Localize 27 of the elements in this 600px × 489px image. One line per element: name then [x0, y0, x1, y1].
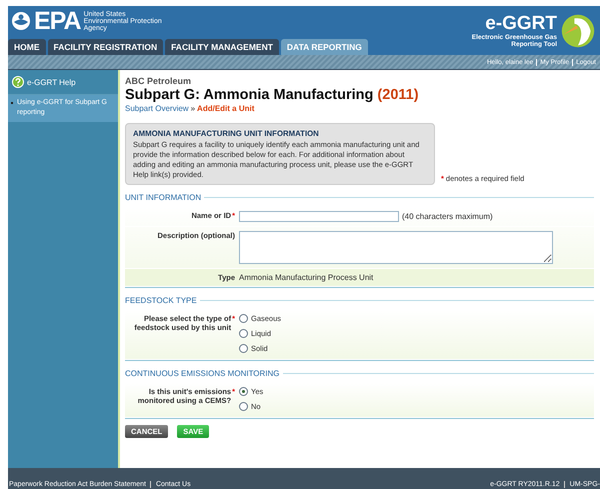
page-title: Subpart G: Ammonia Manufacturing (2011)	[125, 87, 419, 103]
nav-tab[interactable]: FACILITY MANAGEMENT	[165, 39, 279, 55]
section-heading: FEEDSTOCK TYPE	[125, 296, 197, 305]
bird-logo-icon	[560, 12, 596, 48]
section-heading: UNIT INFORMATION	[125, 193, 202, 202]
field-value: Ammonia Manufacturing Process Unit	[239, 273, 374, 282]
help-link[interactable]: e-GGRT Help	[27, 78, 76, 86]
breadcrumb-separator: »	[190, 104, 196, 113]
name-input-field[interactable]	[239, 211, 399, 222]
help-icon[interactable]	[12, 76, 24, 88]
description-input-field[interactable]	[239, 231, 553, 264]
field-hint: (40 characters maximum)	[402, 212, 493, 221]
section-heading: CONTINUOUS EMISSIONS MONITORING	[125, 369, 280, 378]
nav-tab[interactable]: HOME	[8, 39, 46, 55]
radio-button[interactable]	[239, 402, 248, 411]
app-logo-text[interactable]: e-GGRT	[485, 14, 557, 34]
agency-logo-text[interactable]: EPA	[34, 9, 81, 33]
breadcrumb-link[interactable]: Subpart Overview	[125, 104, 189, 113]
radio-button[interactable]	[239, 387, 248, 396]
agency-logo-icon[interactable]	[11, 11, 31, 31]
radio-button[interactable]	[239, 314, 248, 323]
nav-tab[interactable]: DATA REPORTING	[280, 39, 368, 55]
radio-button[interactable]	[239, 329, 248, 338]
nav-tab[interactable]: FACILITY REGISTRATION	[48, 39, 164, 55]
breadcrumb-current: Add/Edit a Unit	[197, 104, 254, 113]
facility-name: ABC Petroleum	[125, 76, 192, 86]
radio-button[interactable]	[239, 344, 248, 353]
